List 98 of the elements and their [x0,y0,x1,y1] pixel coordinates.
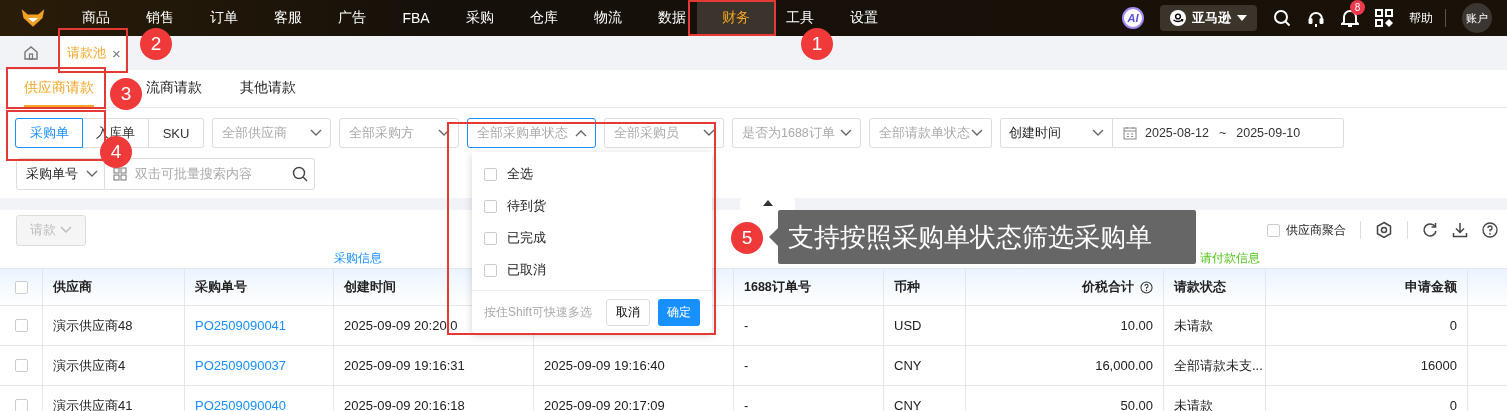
nav-menu-item[interactable]: 客服 [274,9,302,27]
chevron-up-icon [575,129,587,137]
chevron-down-icon [971,129,983,137]
tooltip: 支持按照采购单状态筛选采购单 [778,210,1196,264]
table-cell: 16000 [1420,358,1457,373]
cancel-button[interactable]: 取消 [606,298,650,326]
refresh-icon[interactable] [1422,222,1438,238]
page-tab[interactable]: 请款池 × [57,36,125,70]
nav-menu-item[interactable]: 工具 [786,9,814,27]
table-cell: 0 [1449,318,1457,333]
nav-menu-item[interactable]: 设置 [850,9,878,27]
category-tab[interactable]: 其他请款 [240,70,296,107]
checkbox[interactable] [484,264,497,277]
search-icon[interactable] [1273,9,1291,27]
table-cell: 50.00 [1120,398,1153,411]
checkbox[interactable] [14,280,28,294]
table-cell: 2025-09-09 20:16:18 [344,398,465,411]
table-cell: - [744,318,749,333]
checkbox[interactable] [484,168,497,181]
column-header: 采购单号 [195,278,247,296]
option-label[interactable]: 待到货 [507,198,546,215]
column-header: 供应商 [53,278,92,296]
help-link[interactable]: 帮助 [1409,9,1433,27]
nav-menu-item[interactable]: FBA [402,9,430,27]
table-cell: 16,000.00 [1095,358,1153,373]
nav-menu-item[interactable]: 广告 [338,9,366,27]
chevron-down-icon [840,129,852,137]
table-cell: 演示供应商4 [53,356,126,375]
checkbox[interactable] [14,319,28,332]
table-cell: 全部请款未支... [1174,356,1263,375]
column-header: 创建时间 [344,278,396,296]
checkbox[interactable] [14,359,28,372]
table-cell: 演示供应商48 [53,316,133,335]
caret-up-icon [762,200,773,206]
table-cell: 2025-09-09 20:17:09 [544,398,665,411]
ai-button[interactable]: AI [1122,7,1144,29]
table-cell: 0 [1449,398,1457,411]
checkbox[interactable] [14,399,28,411]
column-header: 申请金额 [1405,278,1457,296]
table-cell: 未请款 [1174,316,1213,335]
caret-down-icon [1237,15,1247,21]
smile-logo-icon [1170,10,1186,26]
category-tab[interactable]: 流商请款 [146,70,202,107]
download-icon[interactable] [1452,222,1468,238]
help-icon[interactable] [1140,280,1153,294]
chevron-down-icon [60,226,72,234]
chevron-down-icon [86,170,98,178]
option-label[interactable]: 已完成 [507,230,546,247]
nav-menu-item[interactable]: 物流 [594,9,622,27]
batch-grid-icon[interactable] [113,167,127,181]
account-avatar[interactable]: 账户 [1462,3,1492,33]
hint-text: 按住Shift可快速多选 [484,303,593,321]
nav-menu-item[interactable]: 订单 [210,9,238,27]
checkbox[interactable] [484,200,497,213]
table-cell: 2025-09-09 19:16:31 [344,358,465,373]
chevron-down-icon [438,129,450,137]
notification-badge: 8 [1350,0,1365,15]
search-field[interactable]: 双击可批量搜索内容 [105,158,315,190]
column-header: 1688订单号 [744,278,811,296]
checkbox[interactable] [1267,223,1280,237]
chevron-down-icon [310,129,322,137]
table-cell: CNY [894,358,922,373]
nav-menu-item[interactable]: 采购 [466,9,494,27]
nav-menu-item[interactable]: 仓库 [530,9,558,27]
table-cell: 未请款 [1174,396,1213,411]
chevron-down-icon [703,129,715,137]
table-cell: 10.00 [1120,318,1153,333]
table-cell: - [744,398,749,411]
checkbox[interactable] [484,232,497,245]
column-header: 币种 [894,278,920,296]
option-label[interactable]: 已取消 [507,262,546,279]
doc-type-toggle[interactable]: SKU [148,118,204,148]
table-cell: 2025-09-09 19:16:40 [544,358,665,373]
settings-icon[interactable] [1375,221,1393,239]
help-icon[interactable] [1482,222,1498,238]
table-cell: 演示供应商41 [53,396,133,411]
marketplace-selector[interactable]: 亚马逊 [1160,5,1257,31]
highlight-frame [58,28,128,73]
nav-menu-item[interactable]: 数据 [658,9,686,27]
tooltip-arrow [769,228,778,246]
search-icon[interactable] [292,166,308,182]
table-cell: - [744,358,749,373]
annotation-marker: 3 [110,78,142,110]
apps-grid-icon[interactable] [1375,9,1393,27]
column-group-label: 请付款信息 [1200,250,1260,267]
column-group-label: 采购信息 [334,250,382,267]
nav-menu-item[interactable]: 销售 [146,9,174,27]
table-cell: USD [894,318,922,333]
nav-menu-item[interactable]: 商品 [82,9,110,27]
column-header: 价税合计 [1082,278,1134,296]
search-type-select[interactable]: 采购单号 [16,158,105,190]
fox-logo-icon[interactable] [20,7,46,29]
option-label[interactable]: 全选 [507,166,533,183]
checkbox-label: 供应商聚合 [1286,221,1346,239]
table-cell: CNY [894,398,922,411]
home-icon[interactable] [23,45,39,61]
annotation-marker: 5 [731,222,763,254]
column-header: 请款状态 [1174,278,1226,296]
